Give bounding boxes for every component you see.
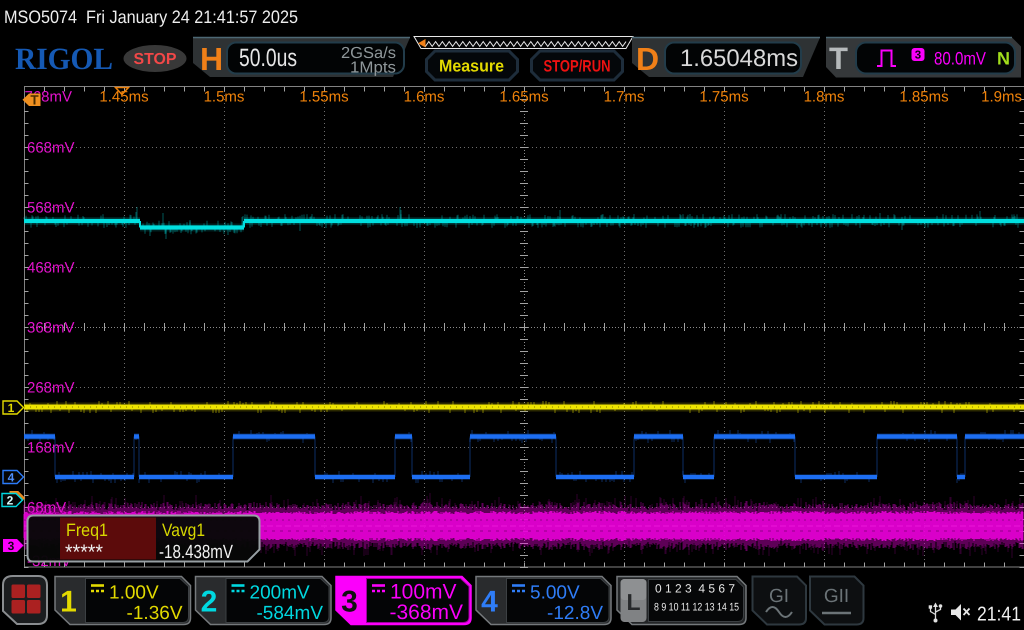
svg-text:80.0mV: 80.0mV [934,49,986,69]
svg-text:1: 1 [8,401,15,415]
svg-text:200mV: 200mV [250,583,311,604]
svg-text:1.00V: 1.00V [109,583,159,604]
svg-text:50.0us: 50.0us [239,44,297,72]
svg-text:1: 1 [60,586,77,619]
svg-text:-368mV: -368mV [389,601,463,624]
svg-text:368mV: 368mV [27,320,75,337]
svg-text:Freq1: Freq1 [66,520,108,540]
svg-text:168mV: 168mV [27,440,75,457]
svg-text:-12.8V: -12.8V [547,603,603,624]
svg-text:-584mV: -584mV [256,603,323,624]
svg-text:1.6ms: 1.6ms [404,89,445,106]
svg-text:D: D [636,41,659,77]
svg-text:3: 3 [915,50,921,62]
svg-text:1.45ms: 1.45ms [99,89,148,106]
svg-text:T: T [30,93,39,108]
svg-text:3: 3 [341,586,358,619]
svg-text:STOP: STOP [134,51,177,68]
svg-text:268mV: 268mV [27,380,75,397]
svg-text:3: 3 [8,539,15,553]
svg-text:*****: ***** [65,541,103,564]
svg-text:Vavg1: Vavg1 [162,520,205,540]
svg-text:468mV: 468mV [27,260,75,277]
svg-text:2: 2 [201,586,218,619]
svg-text:GII: GII [824,586,849,607]
svg-text:1.8ms: 1.8ms [804,89,845,106]
svg-text:N: N [997,49,1010,69]
svg-text:1Mpts: 1Mpts [350,60,396,77]
svg-text:8 9 10 11 12 13 14 15: 8 9 10 11 12 13 14 15 [654,602,739,614]
svg-text:4: 4 [481,586,498,619]
svg-text:5.00V: 5.00V [530,583,580,604]
svg-text:H: H [200,41,223,77]
svg-text:0 1 2 3 4 5 6 7: 0 1 2 3 4 5 6 7 [655,582,735,596]
svg-text:1.55ms: 1.55ms [299,89,348,106]
svg-text:MSO5074 Fri January 24 21:41:: MSO5074 Fri January 24 21:41:57 2025 [4,7,298,27]
svg-text:668mV: 668mV [27,140,75,157]
svg-text:1.75ms: 1.75ms [699,89,748,106]
svg-text:-18.438mV: -18.438mV [159,542,233,563]
svg-text:1.65048ms: 1.65048ms [680,45,798,72]
svg-text:1.85ms: 1.85ms [899,89,948,106]
svg-text:4: 4 [8,471,15,485]
svg-text:T: T [829,41,848,76]
svg-text:-1.36V: -1.36V [127,603,183,624]
svg-text:GI: GI [769,586,789,607]
svg-text:1.9ms: 1.9ms [981,89,1022,106]
svg-text:21:41: 21:41 [977,604,1021,626]
svg-text:STOP/RUN: STOP/RUN [544,58,611,76]
svg-text:1.5ms: 1.5ms [204,89,245,106]
svg-text:568mV: 568mV [27,200,75,217]
svg-text:L: L [626,589,640,615]
svg-text:Measure: Measure [439,57,504,76]
svg-text:2: 2 [7,494,14,508]
svg-text:1.7ms: 1.7ms [604,89,645,106]
svg-text:1.65ms: 1.65ms [499,89,548,106]
svg-text:RIGOL: RIGOL [15,41,113,76]
